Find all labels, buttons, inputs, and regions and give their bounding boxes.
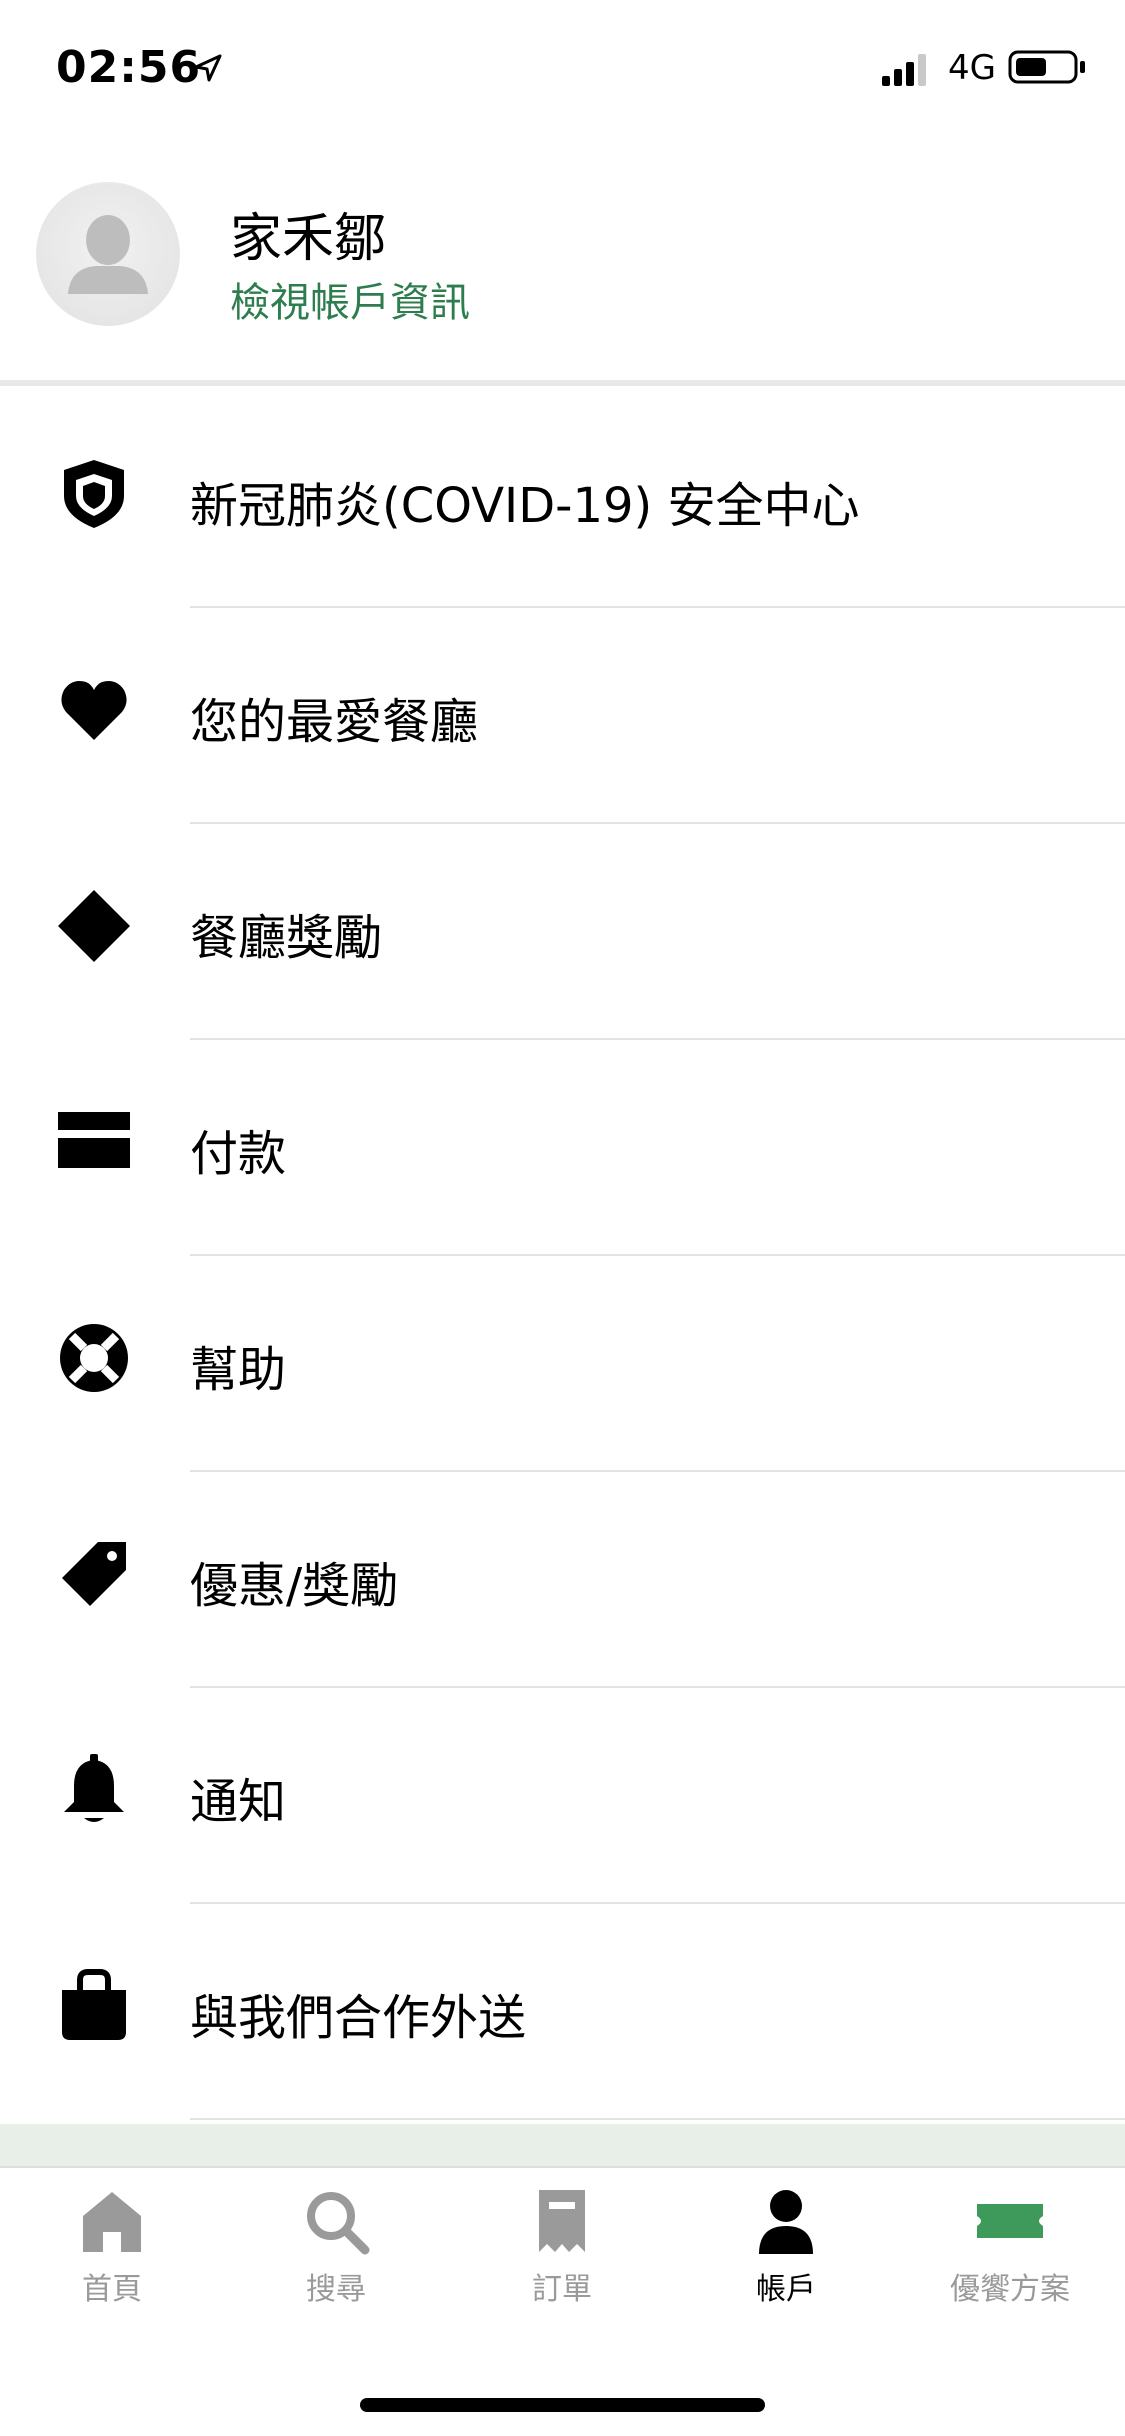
ticket-icon [977, 2204, 1043, 2238]
tag-icon [62, 1542, 126, 1606]
bag-icon [62, 1969, 126, 2040]
tab-dashpass[interactable]: 優饗方案 [940, 2186, 1080, 2307]
lifebuoy-icon [60, 1324, 128, 1392]
menu-item-restaurant-rewards[interactable]: 餐廳獎勵 [0, 824, 1125, 1040]
profile-header[interactable]: 家禾鄒 檢視帳戶資訊 [0, 170, 1125, 382]
heart-icon [61, 681, 127, 740]
menu-item-label: 餐廳獎勵 [190, 910, 383, 966]
user-given-name: 家禾 [230, 209, 335, 269]
status-time: 02:56 [56, 42, 202, 93]
menu-item-label: 幫助 [190, 1342, 287, 1398]
divider [190, 2118, 1125, 2120]
avatar[interactable] [36, 182, 180, 326]
tab-label: 帳戶 [756, 2272, 816, 2307]
status-bar: 02:56 4G [0, 0, 1125, 130]
tab-label: 訂單 [532, 2272, 592, 2307]
credit-card-icon [58, 1112, 130, 1168]
user-family-name: 鄒 [334, 209, 387, 269]
tab-label: 優饗方案 [950, 2272, 1070, 2307]
diamond-icon [58, 890, 130, 962]
receipt-icon [539, 2190, 585, 2252]
section-divider [0, 380, 1125, 386]
person-placeholder-icon [68, 215, 148, 294]
menu-item-label: 優惠/獎勵 [190, 1558, 399, 1614]
home-icon [83, 2192, 141, 2252]
search-icon [307, 2192, 370, 2255]
menu-item-label: 付款 [190, 1126, 287, 1182]
signal-icon [882, 54, 926, 86]
menu-item-help[interactable]: 幫助 [0, 1256, 1125, 1472]
menu-item-label: 通知 [190, 1774, 287, 1830]
menu-item-label: 與我們合作外送 [190, 1990, 527, 2046]
view-account-link[interactable]: 檢視帳戶資訊 [230, 270, 470, 328]
location-arrow-icon [194, 54, 222, 82]
tab-label: 首頁 [82, 2272, 142, 2307]
tab-orders[interactable]: 訂單 [492, 2186, 632, 2307]
person-icon [759, 2190, 813, 2254]
menu-item-label: 您的最愛餐廳 [190, 694, 479, 750]
menu-item-label: 新冠肺炎(COVID-19) 安全中心 [190, 478, 860, 534]
content-band [0, 2124, 1125, 2166]
menu-item-payment[interactable]: 付款 [0, 1040, 1125, 1256]
tab-bar: 首頁 搜尋 訂單 帳戶 優饗方案 [0, 2166, 1125, 2318]
tab-label: 搜尋 [306, 2272, 366, 2307]
tab-home[interactable]: 首頁 [42, 2186, 182, 2307]
battery-icon [1008, 50, 1085, 84]
shield-icon [64, 460, 124, 528]
account-menu: 新冠肺炎(COVID-19) 安全中心 您的最愛餐廳 餐廳獎勵 付款 幫助 優惠… [0, 392, 1125, 2120]
bell-icon [64, 1754, 124, 1822]
tab-search[interactable]: 搜尋 [266, 2186, 406, 2307]
tab-account[interactable]: 帳戶 [716, 2186, 856, 2307]
menu-item-notifications[interactable]: 通知 [0, 1688, 1125, 1904]
user-name: 家禾鄒 [230, 196, 386, 271]
home-indicator[interactable] [360, 2398, 765, 2412]
menu-item-offers[interactable]: 優惠/獎勵 [0, 1472, 1125, 1688]
menu-item-covid-safety[interactable]: 新冠肺炎(COVID-19) 安全中心 [0, 392, 1125, 608]
menu-item-favorites[interactable]: 您的最愛餐廳 [0, 608, 1125, 824]
network-type: 4G [948, 48, 996, 88]
menu-item-deliver-with-us[interactable]: 與我們合作外送 [0, 1904, 1125, 2120]
account-screen: 02:56 4G 家禾鄒 檢視帳戶資訊 新冠肺炎(COVID-19) 安全中心 … [0, 0, 1125, 2436]
